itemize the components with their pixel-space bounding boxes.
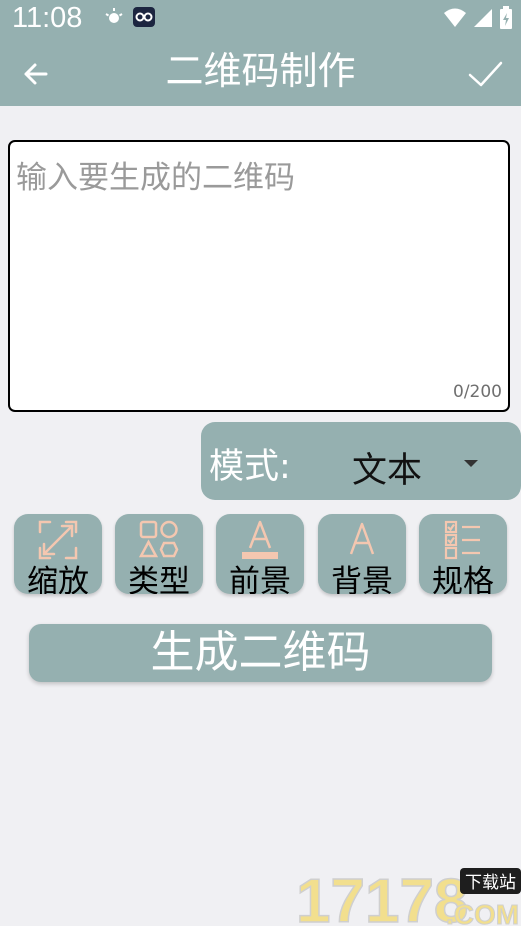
tool-label: 缩放 <box>27 564 89 594</box>
resize-button[interactable]: 缩放 <box>14 514 102 594</box>
watermark-suffix: .COM <box>446 899 519 926</box>
app-bar: 二维码制作 <box>0 42 521 106</box>
status-bar: 11:08 <box>0 0 521 42</box>
type-button[interactable]: 类型 <box>115 514 203 594</box>
status-notifications <box>104 6 156 28</box>
qr-content-input[interactable]: 输入要生成的二维码 0/200 <box>8 140 510 412</box>
watermark-brand: 17178 <box>296 867 468 926</box>
mode-value: 文本 <box>352 451 423 491</box>
tool-label: 规格 <box>432 564 494 594</box>
mode-label: 模式: <box>209 447 291 487</box>
watermark-tag: 下载站 <box>465 873 516 893</box>
page-title: 二维码制作 <box>165 49 356 93</box>
generate-qr-button[interactable]: 生成二维码 <box>29 624 492 682</box>
tool-label: 类型 <box>128 564 190 594</box>
spec-button[interactable]: 规格 <box>419 514 507 594</box>
resize-icon <box>38 520 78 560</box>
foreground-button[interactable]: 前景 <box>216 514 304 594</box>
status-system-icons <box>443 6 513 30</box>
checklist-icon <box>444 520 480 560</box>
cell-signal-icon <box>474 9 492 27</box>
tool-label: 前景 <box>229 564 291 594</box>
input-placeholder: 输入要生成的二维码 <box>16 160 295 196</box>
text-background-icon <box>349 522 375 555</box>
app-notification-icon <box>133 7 155 27</box>
mode-selector[interactable]: 模式: 文本 <box>201 422 521 500</box>
brightness-icon <box>105 8 123 23</box>
character-counter: 0/200 <box>453 382 502 402</box>
checkmark-icon[interactable] <box>465 54 505 94</box>
shapes-icon <box>138 520 179 558</box>
dropdown-arrow-icon <box>464 460 478 467</box>
site-watermark-logo: 17178 下载站 .COM <box>296 866 521 926</box>
background-button[interactable]: 背景 <box>318 514 406 594</box>
tool-label: 背景 <box>331 564 393 594</box>
wifi-icon <box>444 8 466 27</box>
text-color-icon <box>242 520 278 559</box>
status-time: 11:08 <box>12 2 83 34</box>
battery-icon <box>500 6 512 29</box>
